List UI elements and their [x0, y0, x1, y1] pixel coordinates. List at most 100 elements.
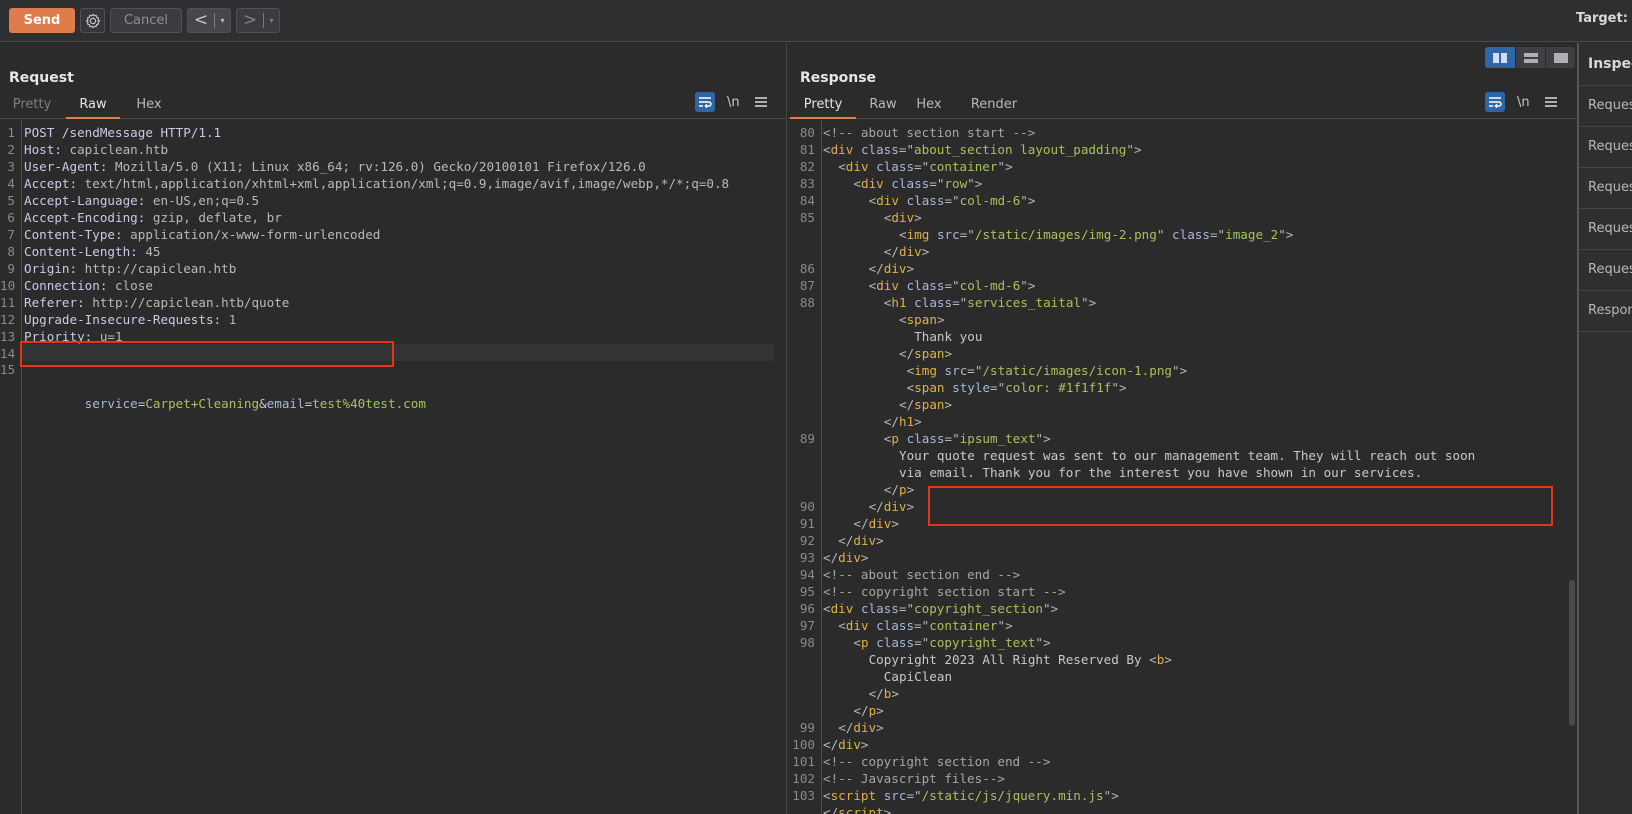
tab-raw[interactable]: Raw — [66, 94, 120, 119]
request-line[interactable]: 12 Upgrade-Insecure-Requests: 1 — [0, 311, 786, 328]
forward-button[interactable]: > ▾ — [236, 8, 280, 33]
bracket: </ — [853, 516, 869, 531]
request-line[interactable]: 6 Accept-Encoding: gzip, deflate, br — [0, 209, 786, 226]
hamburger-menu-icon[interactable] — [754, 95, 767, 109]
forward-history-dropdown[interactable]: ▾ — [264, 16, 279, 25]
send-button[interactable]: Send — [9, 8, 75, 33]
header-name: Content-Length: — [24, 244, 138, 259]
response-line[interactable]: <img src="/static/images/img-2.png" clas… — [788, 226, 1577, 243]
response-line[interactable]: </span> — [788, 396, 1577, 413]
response-line[interactable]: 101 <!-- copyright section end --> — [788, 753, 1577, 770]
request-editor[interactable]: 1 POST /sendMessage HTTP/1.1 2 Host: capicl… — [0, 120, 786, 814]
bracket: > — [936, 312, 945, 327]
hamburger-menu-icon[interactable] — [1544, 95, 1557, 109]
response-line[interactable]: 83 <div class="row"> — [788, 175, 1577, 192]
line-number: 97 — [799, 618, 815, 633]
panel-splitter[interactable] — [786, 43, 787, 814]
response-line[interactable]: via email. Thank you for the interest yo… — [788, 464, 1577, 481]
response-line[interactable]: </span> — [788, 345, 1577, 362]
response-line[interactable]: </h1> — [788, 413, 1577, 430]
tab-pretty[interactable]: Pretty — [790, 94, 856, 119]
request-line[interactable]: 10 Connection: close — [0, 277, 786, 294]
back-history-dropdown[interactable]: ▾ — [215, 16, 230, 25]
back-button[interactable]: < ▾ — [187, 8, 231, 33]
attr-value: row — [944, 176, 968, 191]
response-line[interactable]: 84 <div class="col-md-6"> — [788, 192, 1577, 209]
response-line[interactable]: <span> — [788, 311, 1577, 328]
inspector-request-cookies[interactable]: Request cookies — [1579, 209, 1632, 250]
request-line[interactable]: 4 Accept: text/html,application/xhtml+xml… — [0, 175, 786, 192]
response-editor[interactable]: 80 <!-- about section start --> 81 <div cla… — [788, 120, 1577, 814]
request-line[interactable]: 8 Content-Length: 45 — [0, 243, 786, 260]
response-line[interactable]: 80 <!-- about section start --> — [788, 124, 1577, 141]
response-line[interactable]: CapiClean — [788, 668, 1577, 685]
response-line[interactable]: </b> — [788, 685, 1577, 702]
code-text: <!-- copyright section start --> — [823, 583, 1066, 600]
tab-raw[interactable]: Raw — [868, 94, 898, 119]
response-line[interactable]: </div> — [788, 243, 1577, 260]
split-vertical-button[interactable] — [1515, 47, 1545, 68]
response-line[interactable]: Thank you — [788, 328, 1577, 345]
request-line[interactable]: 5 Accept-Language: en-US,en;q=0.5 — [0, 192, 786, 209]
request-line[interactable]: 3 User-Agent: Mozilla/5.0 (X11; Linux x86… — [0, 158, 786, 175]
response-line[interactable]: 88 <h1 class="services_taital"> — [788, 294, 1577, 311]
tab-hex[interactable]: Hex — [914, 94, 944, 119]
response-line[interactable]: <img src="/static/images/icon-1.png"> — [788, 362, 1577, 379]
response-line[interactable]: 103 <script src="/static/js/jquery.min.js… — [788, 787, 1577, 804]
response-line[interactable]: 99 </div> — [788, 719, 1577, 736]
response-line[interactable]: 96 <div class="copyright_section"> — [788, 600, 1577, 617]
request-line[interactable]: 9 Origin: http://capiclean.htb — [0, 260, 786, 277]
request-line[interactable]: 7 Content-Type: application/x-www-form-ur… — [0, 226, 786, 243]
bracket: </ — [838, 720, 854, 735]
inspector-request-query-parameters[interactable]: Request query parameters — [1579, 127, 1632, 168]
response-line[interactable]: 100 </div> — [788, 736, 1577, 753]
response-line[interactable]: 93 </div> — [788, 549, 1577, 566]
target-label[interactable]: Target: h — [1576, 11, 1632, 26]
response-line[interactable]: 95 <!-- copyright section start --> — [788, 583, 1577, 600]
response-line[interactable]: </p> — [788, 702, 1577, 719]
response-line[interactable]: 98 <p class="copyright_text"> — [788, 634, 1577, 651]
forward-arrow-icon: > — [242, 10, 258, 30]
single-pane-button[interactable] — [1545, 47, 1575, 68]
settings-button[interactable] — [80, 8, 105, 33]
response-line[interactable]: </script> — [788, 804, 1577, 814]
response-line[interactable]: 89 <p class="ipsum_text"> — [788, 430, 1577, 447]
tab-pretty[interactable]: Pretty — [12, 94, 52, 119]
inspector-request-body-parameters[interactable]: Request body parameters — [1579, 168, 1632, 209]
response-line[interactable]: <span style="color: #1f1f1f"> — [788, 379, 1577, 396]
response-line[interactable]: 85 <div> — [788, 209, 1577, 226]
split-horizontal-button[interactable] — [1485, 47, 1515, 68]
show-newlines-toggle[interactable]: \n — [727, 95, 740, 110]
inspector-response-headers[interactable]: Response headers — [1579, 291, 1632, 332]
response-line[interactable]: 81 <div class="about_section layout_paddi… — [788, 141, 1577, 158]
request-line[interactable]: 2 Host: capiclean.htb — [0, 141, 786, 158]
request-line[interactable]: 1 POST /sendMessage HTTP/1.1 — [0, 124, 786, 141]
response-line[interactable]: 82 <div class="container"> — [788, 158, 1577, 175]
show-newlines-toggle[interactable]: \n — [1517, 95, 1530, 110]
attr-name: class — [860, 142, 899, 157]
response-line[interactable]: 86 </div> — [788, 260, 1577, 277]
cancel-button[interactable]: Cancel — [110, 8, 182, 33]
response-line[interactable]: Your quote request was sent to our manag… — [788, 447, 1577, 464]
inspector-request-attributes[interactable]: Request attributes — [1579, 86, 1632, 127]
response-message-highlight — [928, 486, 1553, 526]
line-number: 7 — [7, 227, 15, 242]
inspector-request-headers[interactable]: Request headers — [1579, 250, 1632, 291]
response-line[interactable]: 97 <div class="container"> — [788, 617, 1577, 634]
response-line[interactable]: 102 <!-- Javascript files--> — [788, 770, 1577, 787]
response-line[interactable]: 92 </div> — [788, 532, 1577, 549]
word-wrap-toggle[interactable] — [695, 92, 715, 112]
request-line[interactable]: 11 Referer: http://capiclean.htb/quote — [0, 294, 786, 311]
word-wrap-toggle[interactable] — [1485, 92, 1505, 112]
bracket: > — [1164, 652, 1172, 667]
bracket: < — [899, 227, 907, 242]
response-line[interactable]: 87 <div class="col-md-6"> — [788, 277, 1577, 294]
header-value: 1 — [221, 312, 237, 327]
tab-hex[interactable]: Hex — [134, 94, 164, 119]
response-line[interactable]: Copyright 2023 All Right Reserved By <b> — [788, 651, 1577, 668]
vertical-scrollbar[interactable] — [1569, 580, 1575, 726]
tab-render[interactable]: Render — [970, 94, 1018, 119]
html-comment: <!-- Javascript files--> — [823, 771, 1005, 786]
response-line[interactable]: 94 <!-- about section end --> — [788, 566, 1577, 583]
